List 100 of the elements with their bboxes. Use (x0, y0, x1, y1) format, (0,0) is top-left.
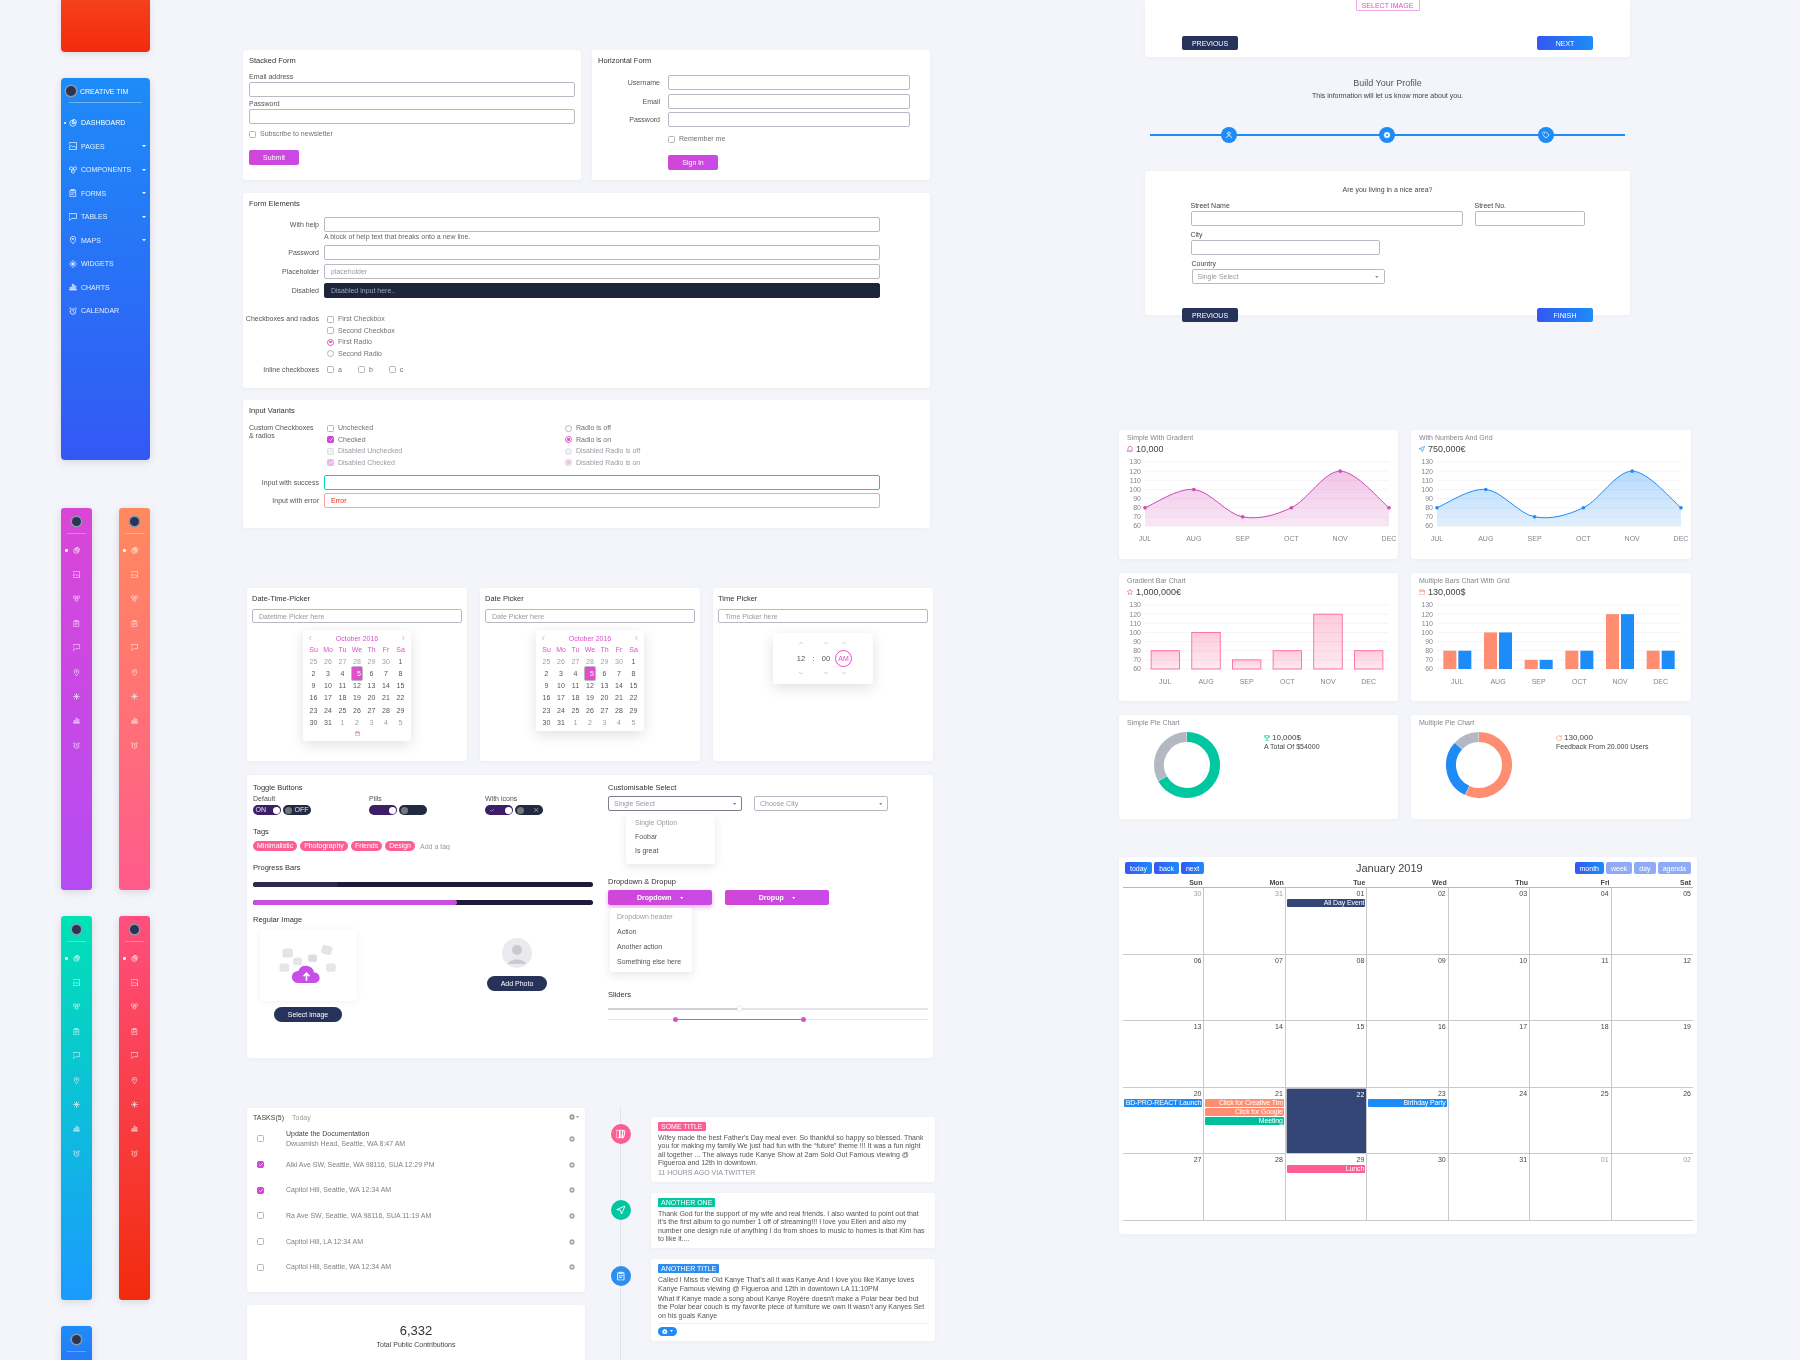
checkbox[interactable] (257, 1238, 264, 1246)
checkbox[interactable] (327, 424, 334, 432)
clipboard-icon[interactable] (131, 619, 138, 627)
checkbox[interactable] (357, 366, 365, 373)
user-icon[interactable] (1221, 127, 1238, 143)
chat-bubble-icon[interactable] (131, 644, 138, 652)
input-field[interactable] (249, 109, 575, 124)
bar-chart-icon[interactable] (73, 717, 80, 725)
gear-icon[interactable] (569, 1212, 575, 1219)
checkbox[interactable] (257, 1186, 264, 1194)
input-field[interactable] (668, 75, 910, 90)
gear-icon[interactable] (569, 1161, 575, 1168)
chevron-down-icon[interactable] (799, 672, 803, 675)
alarm-clock-icon[interactable] (131, 741, 138, 749)
gear-icon[interactable] (569, 1135, 575, 1142)
chevron-left-icon[interactable] (542, 635, 545, 641)
circles-icon[interactable] (131, 1003, 138, 1011)
clipboard-icon[interactable] (73, 1027, 80, 1035)
bar-chart-icon[interactable] (131, 717, 138, 725)
chevron-up-icon[interactable] (841, 642, 846, 645)
slider-thumb[interactable] (800, 1016, 806, 1022)
asterisk-icon[interactable] (73, 1101, 80, 1109)
chevron-right-icon[interactable] (635, 635, 638, 641)
asterisk-icon[interactable] (131, 1101, 138, 1109)
bar-chart-icon[interactable] (73, 1125, 80, 1133)
checkbox[interactable] (668, 135, 675, 143)
alarm-clock-icon[interactable] (73, 741, 80, 749)
alarm-clock-icon[interactable] (73, 1149, 80, 1157)
circles-icon (69, 165, 77, 174)
checkbox[interactable] (257, 1161, 264, 1169)
slider-thumb[interactable] (736, 1006, 742, 1012)
radio-button[interactable] (327, 338, 334, 346)
chart-value: 750,000€ (1428, 443, 1466, 454)
checkbox[interactable] (327, 327, 334, 334)
image-icon[interactable] (131, 571, 138, 579)
clipboard-icon[interactable] (131, 1027, 138, 1035)
pin-icon[interactable] (131, 668, 138, 676)
chat-bubble-icon[interactable] (131, 1052, 138, 1060)
settings-button[interactable] (569, 1114, 579, 1120)
slider-thumb[interactable] (672, 1016, 678, 1022)
toggle-switch[interactable] (485, 805, 513, 815)
toggle-switch[interactable] (515, 805, 543, 815)
chevron-left-icon[interactable] (309, 635, 312, 641)
input-field[interactable] (324, 474, 880, 490)
checkbox[interactable] (257, 1212, 264, 1220)
clipboard-icon[interactable] (73, 619, 80, 627)
input-field[interactable] (324, 217, 880, 232)
circles-icon[interactable] (131, 595, 138, 603)
toggle-switch[interactable] (369, 805, 397, 815)
input-field[interactable] (1474, 211, 1585, 226)
image-icon[interactable] (131, 979, 138, 987)
chevron-up-icon[interactable] (824, 642, 828, 645)
chat-bubble-icon[interactable] (73, 644, 80, 652)
data-point (1387, 505, 1391, 510)
alarm-clock-icon[interactable] (131, 1149, 138, 1157)
tag-icon[interactable] (1537, 127, 1554, 143)
gear-icon[interactable] (569, 1238, 575, 1245)
calendar-title: January 2019 (1356, 862, 1423, 874)
input-field[interactable] (324, 245, 880, 260)
gear-icon[interactable] (569, 1264, 575, 1271)
asterisk-icon[interactable] (73, 693, 80, 701)
toggle-switch[interactable] (399, 805, 427, 815)
circles-icon[interactable] (73, 595, 80, 603)
checkbox[interactable] (327, 315, 334, 323)
checkbox[interactable] (327, 436, 334, 443)
chevron-right-icon[interactable] (402, 635, 405, 641)
bar-chart-icon[interactable] (131, 1125, 138, 1133)
pin-icon[interactable] (73, 1076, 80, 1084)
input-field[interactable] (249, 82, 575, 97)
chat-bubble-icon[interactable] (73, 1052, 80, 1060)
pin-icon[interactable] (131, 1076, 138, 1084)
checkbox[interactable] (327, 366, 334, 373)
chevron-up-icon[interactable] (799, 642, 803, 645)
settings-button[interactable] (658, 1326, 677, 1336)
gear-icon[interactable] (1379, 127, 1396, 143)
active-dot-icon (123, 549, 126, 552)
checkbox[interactable] (388, 366, 396, 373)
input-field[interactable] (1190, 211, 1463, 226)
checkbox[interactable] (257, 1135, 264, 1143)
image-icon[interactable] (73, 571, 80, 579)
checkbox[interactable] (249, 130, 256, 138)
pie-chart-icon[interactable] (131, 546, 138, 554)
pie-chart-icon[interactable] (131, 954, 138, 962)
pie-chart-icon[interactable] (73, 546, 80, 554)
circles-icon[interactable] (73, 1003, 80, 1011)
radio-button[interactable] (327, 350, 334, 357)
calendar-icon[interactable] (354, 731, 360, 737)
radio-button[interactable] (565, 436, 572, 443)
chevron-down-icon[interactable] (824, 672, 828, 675)
image-icon[interactable] (73, 979, 80, 987)
radio-button[interactable] (565, 424, 572, 432)
pin-icon[interactable] (73, 668, 80, 676)
asterisk-icon[interactable] (131, 693, 138, 701)
input-field[interactable] (668, 93, 910, 109)
chevron-down-icon[interactable] (841, 672, 846, 675)
gear-icon[interactable] (569, 1187, 575, 1194)
pie-chart-icon[interactable] (73, 954, 80, 962)
input-field[interactable] (668, 112, 910, 127)
checkbox[interactable] (257, 1263, 264, 1271)
input-field[interactable] (1190, 240, 1380, 255)
